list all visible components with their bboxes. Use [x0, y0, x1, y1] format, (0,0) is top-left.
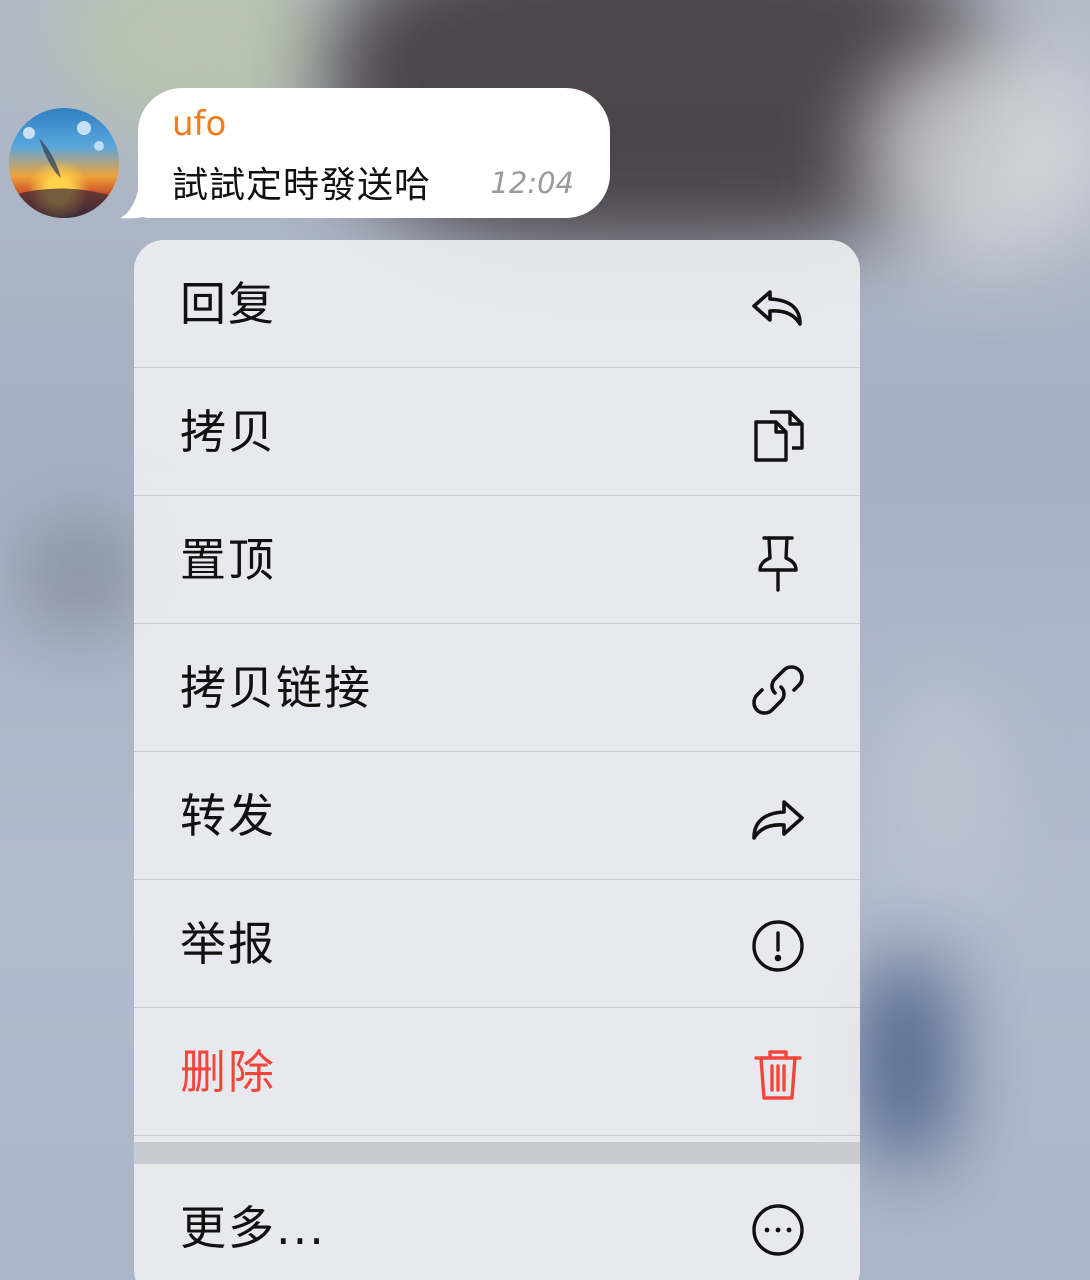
- message-bubble[interactable]: ufo 試試定時發送哈 12:04: [138, 88, 610, 218]
- menu-item-forward[interactable]: 转发: [134, 752, 860, 880]
- reply-icon: [752, 290, 802, 326]
- menu-item-label: 拷贝链接: [180, 661, 372, 715]
- context-menu: 回复 拷贝 置顶 拷贝链接 转发 举报 删除 更多...: [134, 240, 860, 1280]
- menu-item-label: 拷贝: [180, 405, 276, 459]
- message-text: 試試定時發送哈: [172, 165, 432, 206]
- sender-name[interactable]: ufo: [172, 104, 226, 144]
- menu-item-copy-link[interactable]: 拷贝链接: [134, 624, 860, 752]
- menu-item-pin[interactable]: 置顶: [134, 496, 860, 624]
- menu-item-label: 更多...: [180, 1201, 326, 1255]
- menu-item-label: 转发: [180, 789, 276, 843]
- menu-item-reply[interactable]: 回复: [134, 240, 860, 368]
- menu-item-label: 回复: [180, 277, 276, 331]
- forward-icon: [752, 800, 804, 840]
- report-icon: [752, 920, 804, 972]
- pin-icon: [758, 536, 798, 592]
- menu-separator: [134, 1142, 860, 1164]
- menu-item-delete[interactable]: 删除: [134, 1008, 860, 1136]
- copy-icon: [754, 410, 804, 462]
- message-time: 12:04: [490, 166, 574, 200]
- trash-icon: [754, 1050, 802, 1100]
- menu-item-label: 置顶: [180, 533, 276, 587]
- menu-item-report[interactable]: 举报: [134, 880, 860, 1008]
- link-icon: [752, 665, 804, 715]
- avatar[interactable]: [9, 108, 119, 218]
- menu-item-copy[interactable]: 拷贝: [134, 368, 860, 496]
- more-icon: [752, 1204, 804, 1256]
- menu-item-more[interactable]: 更多...: [134, 1164, 860, 1280]
- menu-item-label: 删除: [180, 1045, 276, 1099]
- menu-item-label: 举报: [180, 917, 276, 971]
